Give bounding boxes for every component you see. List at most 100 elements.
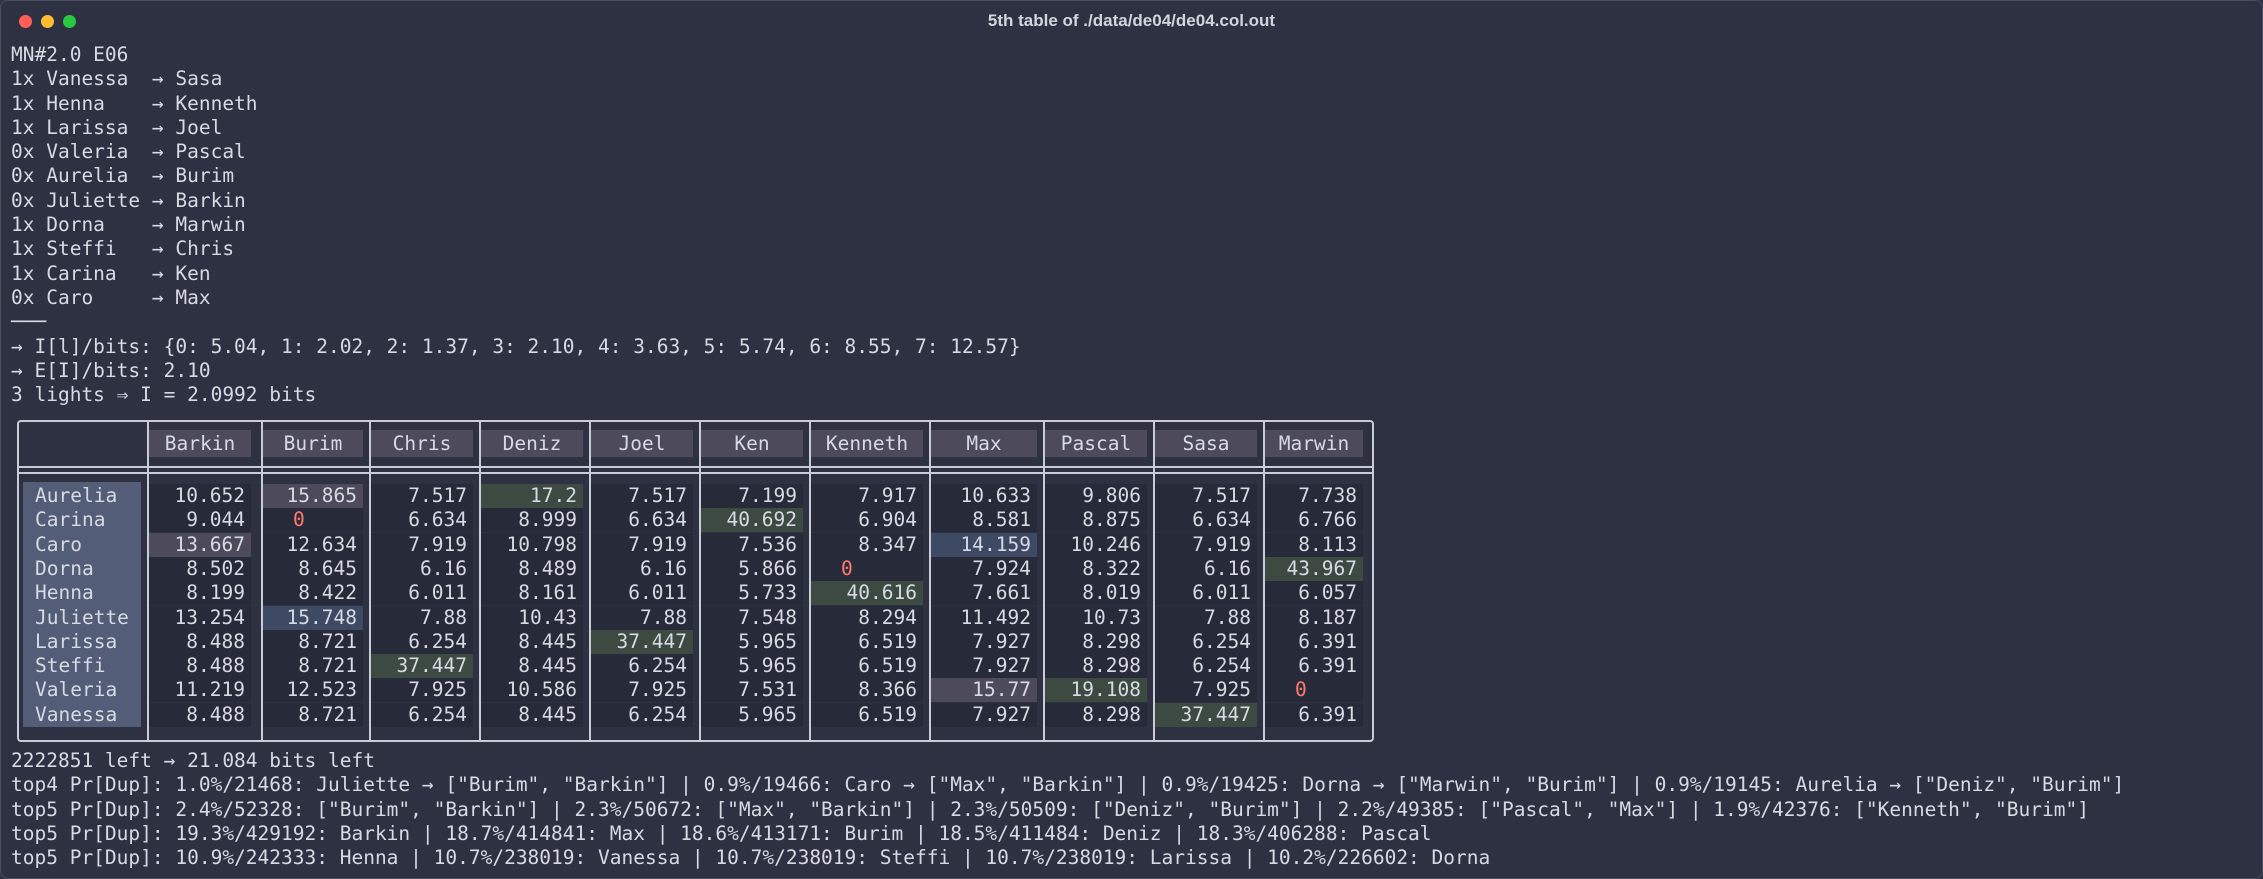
table-cell: 37.447 [371, 654, 473, 679]
table-cell: 7.927 [931, 654, 1037, 679]
table-cell: 8.875 [1045, 508, 1147, 533]
table-cell: 6.904 [811, 508, 923, 533]
table-cell: 7.925 [1155, 678, 1257, 703]
table-cell: 10.798 [481, 532, 583, 557]
row-label: Carina [35, 508, 106, 532]
table-cell: 0 [263, 508, 363, 533]
row-label: Vanessa [35, 702, 118, 726]
table-cell: 8.298 [1045, 702, 1147, 727]
table-cell: 6.16 [591, 556, 693, 581]
minimize-button[interactable] [41, 15, 54, 28]
output-line: top5 Pr[Dup]: 2.4%/52328: ["Burim", "Bar… [11, 797, 2089, 821]
table-cell: 37.447 [591, 629, 693, 654]
score-grid: Barkin Burim Chris Deniz Joel Ken Kenneth Max Pa… [19, 422, 1372, 740]
maximize-button[interactable] [63, 15, 76, 28]
table-cell: 7.536 [701, 532, 803, 557]
table-cell: 6.634 [371, 508, 473, 533]
table-cell: 7.517 [1155, 484, 1257, 508]
column-header: Burim [263, 430, 363, 457]
table-cell: 8.999 [481, 508, 583, 533]
table-cell: 7.919 [1155, 532, 1257, 557]
output-line: 1x Henna → Kenneth [11, 91, 258, 115]
table-cell: 6.011 [1155, 581, 1257, 606]
table-cell: 13.667 [149, 532, 251, 557]
table-cell: 6.391 [1265, 702, 1363, 727]
table-cell: 7.917 [811, 484, 923, 508]
table-cell: 8.187 [1265, 605, 1363, 630]
table-cell: 6.254 [591, 654, 693, 679]
output-line: 0x Caro → Max [11, 285, 211, 309]
column-header: Max [931, 430, 1037, 457]
table-cell: 9.044 [149, 508, 251, 533]
table-cell: 6.519 [811, 702, 923, 727]
table-cell: 14.159 [931, 532, 1037, 557]
row-label: Aurelia [35, 484, 118, 507]
output-line: MN#2.0 E06 [11, 43, 129, 66]
table-cell: 6.011 [591, 581, 693, 606]
table-cell: 5.733 [701, 581, 803, 606]
table-cell: 40.616 [811, 581, 923, 606]
output-line: 1x Vanessa → Sasa [11, 67, 223, 91]
table-cell: 5.965 [701, 629, 803, 654]
table-cell: 6.634 [1155, 508, 1257, 533]
terminal-window: 5th table of ./data/de04/de04.col.out MN… [0, 0, 2263, 879]
row-label: Valeria [35, 678, 118, 702]
table-cell: 11.219 [149, 678, 251, 703]
table-cell: 6.254 [1155, 629, 1257, 654]
table-cell: 43.967 [1265, 556, 1363, 581]
table-cell: 0 [1265, 678, 1363, 703]
table-cell: 7.919 [371, 532, 473, 557]
table-cell: 0 [811, 556, 923, 581]
output-line: 1x Steffi → Chris [11, 237, 235, 261]
column-header: Kenneth [811, 430, 923, 457]
table-cell: 7.199 [701, 484, 803, 508]
header-divider [19, 472, 1372, 474]
terminal-header-output: MN#2.0 E06 1x Vanessa → Sasa 1x Henna → Ke… [11, 43, 1021, 407]
table-cell: 8.298 [1045, 629, 1147, 654]
output-line: 1x Carina → Ken [11, 261, 211, 285]
table-cell: 8.298 [1045, 654, 1147, 679]
table-cell: 7.661 [931, 581, 1037, 606]
column-header: Joel [591, 430, 693, 457]
table-cell: 7.88 [1155, 605, 1257, 630]
output-line: 1x Dorna → Marwin [11, 213, 246, 237]
table-cell: 8.445 [481, 654, 583, 679]
row-label: Henna [35, 581, 94, 605]
table-cell: 6.766 [1265, 508, 1363, 533]
table-cell: 8.581 [931, 508, 1037, 533]
table-cell: 8.445 [481, 702, 583, 727]
table-cell: 6.011 [371, 581, 473, 606]
terminal-footer-output: 2222851 left → 21.084 bits left top4 Pr[D… [11, 749, 2124, 870]
table-cell: 6.254 [371, 702, 473, 727]
table-cell: 7.738 [1265, 484, 1363, 508]
table-cell: 8.019 [1045, 581, 1147, 606]
table-cell: 8.488 [149, 702, 251, 727]
table-cell: 10.633 [931, 484, 1037, 508]
column-header: Marwin [1265, 430, 1363, 457]
table-cell: 7.531 [701, 678, 803, 703]
column-header: Ken [701, 430, 803, 457]
table-cell: 12.634 [263, 532, 363, 557]
table-cell: 13.254 [149, 605, 251, 630]
table-cell: 15.865 [263, 484, 363, 508]
output-line: → E[I]/bits: 2.10 [11, 358, 211, 382]
output-line: 0x Juliette → Barkin [11, 188, 246, 212]
row-label: Larissa [35, 629, 118, 653]
column-header: Deniz [481, 430, 583, 457]
title-bar: 5th table of ./data/de04/de04.col.out [1, 1, 2262, 41]
table-cell: 7.925 [371, 678, 473, 703]
output-line: top5 Pr[Dup]: 10.9%/242333: Henna | 10.7… [11, 846, 1491, 870]
table-cell: 6.519 [811, 654, 923, 679]
table-cell: 8.322 [1045, 556, 1147, 581]
table-cell: 17.2 [481, 484, 583, 508]
table-cell: 15.748 [263, 605, 363, 630]
table-cell: 7.925 [591, 678, 693, 703]
table-cell: 6.16 [371, 556, 473, 581]
output-line: top4 Pr[Dup]: 1.0%/21468: Juliette → ["B… [11, 773, 2125, 797]
table-cell: 8.294 [811, 605, 923, 630]
table-cell: 6.254 [371, 629, 473, 654]
table-cell: 5.866 [701, 556, 803, 581]
table-cell: 10.73 [1045, 605, 1147, 630]
table-cell: 37.447 [1155, 702, 1257, 727]
close-button[interactable] [19, 15, 32, 28]
